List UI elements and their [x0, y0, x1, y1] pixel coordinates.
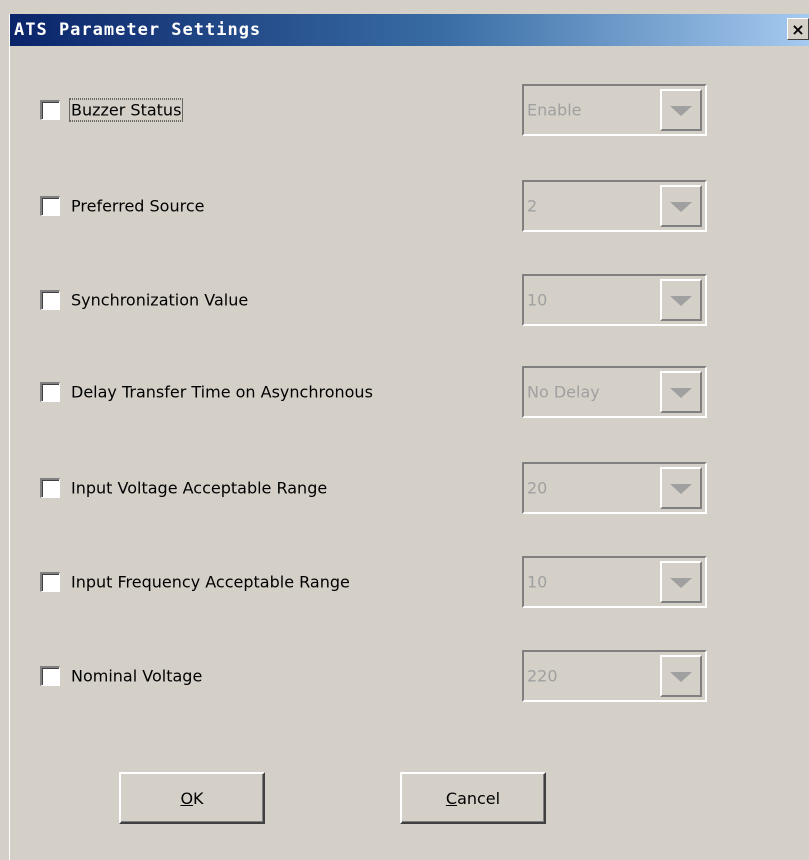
- delay-transfer-time-checkbox[interactable]: [40, 382, 60, 402]
- nominal-voltage-dropdown-button[interactable]: [660, 655, 702, 697]
- chevron-down-icon: [670, 484, 692, 494]
- preferred-source-select[interactable]: 2: [522, 180, 707, 232]
- setting-row-input-voltage-range: Input Voltage Acceptable Range 20: [40, 462, 720, 514]
- synchronization-value-value: 10: [527, 290, 548, 310]
- input-frequency-range-checkbox[interactable]: [40, 572, 60, 592]
- buzzer-status-select[interactable]: Enable: [522, 84, 707, 136]
- chevron-down-icon: [670, 388, 692, 398]
- input-frequency-range-value: 10: [527, 572, 548, 592]
- preferred-source-label[interactable]: Preferred Source: [71, 197, 204, 216]
- chevron-down-icon: [670, 106, 692, 116]
- synchronization-value-checkbox[interactable]: [40, 290, 60, 310]
- setting-row-synchronization-value: Synchronization Value 10: [40, 274, 720, 326]
- synchronization-value-select[interactable]: 10: [522, 274, 707, 326]
- delay-transfer-time-value: No Delay: [527, 382, 600, 402]
- input-voltage-range-dropdown-button[interactable]: [660, 467, 702, 509]
- nominal-voltage-checkbox[interactable]: [40, 666, 60, 686]
- input-voltage-range-value: 20: [527, 478, 548, 498]
- preferred-source-dropdown-button[interactable]: [660, 185, 702, 227]
- buzzer-status-label[interactable]: Buzzer Status: [68, 98, 184, 122]
- cancel-button[interactable]: Cancel: [400, 772, 546, 824]
- ok-button-mnemonic: O: [180, 788, 194, 808]
- chevron-down-icon: [670, 672, 692, 682]
- window-border: [9, 14, 10, 860]
- setting-row-input-frequency-range: Input Frequency Acceptable Range 10: [40, 556, 720, 608]
- delay-transfer-time-label[interactable]: Delay Transfer Time on Asynchronous: [71, 383, 373, 402]
- cancel-button-mnemonic: C: [445, 788, 458, 808]
- ats-parameter-settings-dialog: ATS Parameter Settings × Buzzer Status E…: [0, 0, 809, 860]
- close-icon: ×: [791, 19, 805, 39]
- buzzer-status-dropdown-button[interactable]: [660, 89, 702, 131]
- input-frequency-range-dropdown-button[interactable]: [660, 561, 702, 603]
- buzzer-status-value: Enable: [527, 100, 582, 120]
- setting-row-buzzer-status: Buzzer Status Enable: [40, 84, 720, 136]
- preferred-source-checkbox[interactable]: [40, 196, 60, 216]
- chevron-down-icon: [670, 296, 692, 306]
- delay-transfer-time-select[interactable]: No Delay: [522, 366, 707, 418]
- setting-row-delay-transfer-time: Delay Transfer Time on Asynchronous No D…: [40, 366, 720, 418]
- ok-button[interactable]: OK: [119, 772, 265, 824]
- nominal-voltage-select[interactable]: 220: [522, 650, 707, 702]
- input-voltage-range-checkbox[interactable]: [40, 478, 60, 498]
- input-voltage-range-label[interactable]: Input Voltage Acceptable Range: [71, 479, 327, 498]
- input-frequency-range-label[interactable]: Input Frequency Acceptable Range: [71, 573, 350, 592]
- title-bar[interactable]: ATS Parameter Settings ×: [10, 14, 809, 46]
- chevron-down-icon: [670, 202, 692, 212]
- preferred-source-value: 2: [527, 196, 538, 216]
- buzzer-status-checkbox[interactable]: [40, 100, 60, 120]
- close-button[interactable]: ×: [787, 18, 809, 40]
- window-title: ATS Parameter Settings: [14, 20, 262, 40]
- input-voltage-range-select[interactable]: 20: [522, 462, 707, 514]
- nominal-voltage-value: 220: [527, 666, 558, 686]
- setting-row-nominal-voltage: Nominal Voltage 220: [40, 650, 720, 702]
- input-frequency-range-select[interactable]: 10: [522, 556, 707, 608]
- synchronization-value-label[interactable]: Synchronization Value: [71, 291, 248, 310]
- synchronization-value-dropdown-button[interactable]: [660, 279, 702, 321]
- nominal-voltage-label[interactable]: Nominal Voltage: [71, 667, 202, 686]
- delay-transfer-time-dropdown-button[interactable]: [660, 371, 702, 413]
- cancel-button-label: ancel: [457, 788, 501, 808]
- setting-row-preferred-source: Preferred Source 2: [40, 180, 720, 232]
- chevron-down-icon: [670, 578, 692, 588]
- ok-button-label: K: [193, 788, 204, 808]
